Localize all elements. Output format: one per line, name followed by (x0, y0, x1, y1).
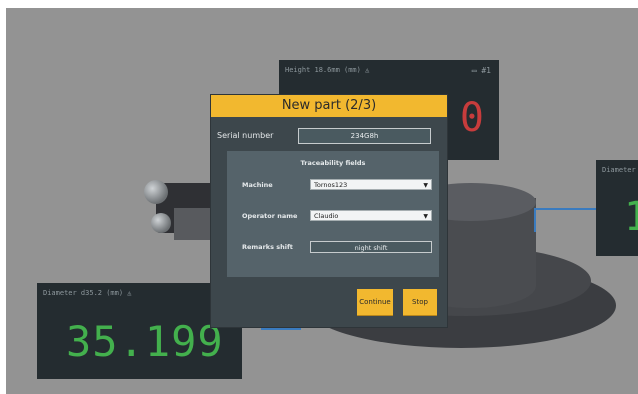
diameter-measurement-panel-right[interactable]: Diameter 1 (596, 160, 638, 256)
battery-icon: ▭ (471, 66, 477, 75)
machine-label: Machine (242, 181, 273, 189)
serial-number-label: Serial number (217, 131, 274, 140)
connector-line (261, 328, 301, 330)
machine-select-value: Tornos123 (314, 181, 348, 189)
panel-value: 35.199 (66, 317, 224, 366)
probe-ball (144, 180, 168, 204)
traceability-section: Traceability fields Machine Tornos123 ▼ … (227, 151, 439, 277)
panel-label: Diameter (602, 166, 636, 174)
panel-index: ▭ #1 (472, 66, 491, 75)
serial-number-input[interactable]: 234G8h (298, 128, 431, 144)
panel-value: 1 (624, 194, 638, 240)
new-part-dialog: New part (2/3) Serial number 234G8h Trac… (211, 95, 447, 327)
panel-label: Height 18.6mm (mm) ◬ (285, 66, 369, 74)
lock-icon: ◬ (127, 289, 132, 297)
remarks-shift-input[interactable]: night shift (310, 241, 432, 253)
panel-index-text: #1 (481, 66, 491, 75)
probe-ball (151, 213, 171, 233)
stop-button[interactable]: Stop (403, 289, 437, 315)
panel-label-text: Diameter d35.2 (mm) (43, 289, 124, 297)
connector-line (534, 208, 536, 232)
operator-name-label: Operator name (242, 212, 298, 220)
remarks-shift-label: Remarks shift (242, 243, 293, 251)
dropdown-arrow-icon: ▼ (423, 182, 428, 189)
machine-select[interactable]: Tornos123 ▼ (310, 179, 432, 190)
traceability-title: Traceability fields (300, 159, 366, 167)
viewport: Height 18.6mm (mm) ◬ ▭ #1 0 Diameter d35… (6, 8, 638, 394)
panel-label-text: Height 18.6mm (mm) (285, 66, 361, 74)
dropdown-arrow-icon: ▼ (423, 213, 428, 220)
continue-button[interactable]: Continue (357, 289, 393, 315)
dialog-title: New part (2/3) (211, 95, 447, 117)
panel-label: Diameter d35.2 (mm) ◬ (43, 289, 132, 297)
operator-select-value: Claudio (314, 212, 339, 220)
connector-line (534, 208, 596, 210)
operator-name-select[interactable]: Claudio ▼ (310, 210, 432, 221)
panel-value: 0 (459, 95, 484, 141)
lock-icon: ◬ (365, 66, 370, 74)
